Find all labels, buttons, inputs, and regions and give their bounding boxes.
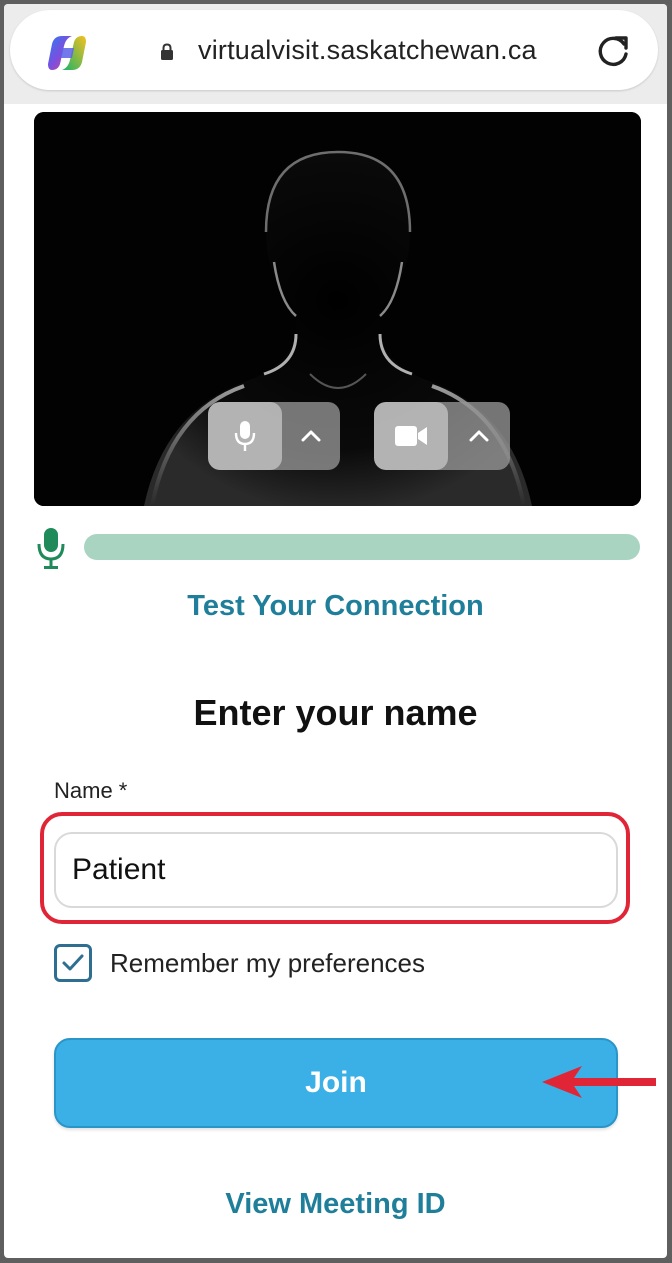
- remember-preferences-label[interactable]: Remember my preferences: [110, 948, 425, 979]
- camera-options-button[interactable]: [448, 402, 510, 470]
- video-camera-icon: [395, 426, 427, 446]
- reload-icon[interactable]: [594, 32, 632, 70]
- checkmark-icon: [62, 954, 84, 971]
- address-bar[interactable]: virtualvisit.saskatchewan.ca: [10, 10, 658, 90]
- chevron-up-icon: [301, 430, 321, 442]
- microphone-control[interactable]: [208, 402, 340, 470]
- camera-control[interactable]: [374, 402, 510, 470]
- video-preview: [34, 112, 641, 506]
- url-text: virtualvisit.saskatchewan.ca: [198, 35, 537, 65]
- chevron-up-icon: [469, 430, 489, 442]
- camera-toggle-button[interactable]: [374, 402, 448, 470]
- audio-level-meter: [84, 534, 640, 560]
- view-meeting-id-link[interactable]: View Meeting ID: [4, 1188, 667, 1221]
- microphone-options-button[interactable]: [282, 402, 340, 470]
- page: virtualvisit.saskatchewan.ca Test Your C…: [4, 4, 667, 1258]
- pointer-arrow-annotation: [542, 1066, 656, 1098]
- join-button[interactable]: Join: [54, 1038, 618, 1128]
- test-connection-link[interactable]: Test Your Connection: [4, 590, 667, 623]
- microphone-icon: [234, 421, 256, 451]
- copilot-icon[interactable]: [44, 30, 90, 76]
- name-input[interactable]: [54, 832, 618, 908]
- lock-icon: [161, 43, 173, 60]
- page-title: Enter your name: [193, 692, 478, 733]
- name-label: Name *: [54, 778, 128, 803]
- mute-button[interactable]: [208, 402, 282, 470]
- browser-toolbar: virtualvisit.saskatchewan.ca: [4, 4, 667, 104]
- remember-preferences-checkbox[interactable]: [54, 944, 92, 982]
- microphone-icon: [37, 528, 65, 569]
